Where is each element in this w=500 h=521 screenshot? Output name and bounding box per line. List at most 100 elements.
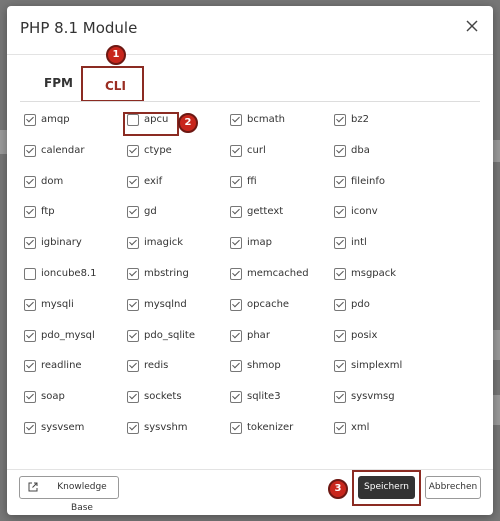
module-label: opcache [247,298,290,310]
checkbox-checked-icon[interactable] [334,114,346,126]
checkbox-checked-icon[interactable] [230,329,242,342]
checkbox-checked-icon[interactable] [230,206,242,219]
checkmark-icon [336,145,344,154]
checkbox-checked-icon[interactable] [127,298,139,311]
header-divider [7,54,493,55]
checkbox-checked-icon[interactable] [24,360,36,373]
checkbox-checked-icon[interactable] [230,391,242,404]
external-link-icon [28,482,38,492]
checkbox-checked-icon[interactable] [334,237,346,250]
checkmark-icon [26,299,34,308]
checkbox-checked-icon[interactable] [127,391,139,404]
checkmark-icon [129,299,137,308]
close-icon[interactable] [465,19,479,33]
checkbox-checked-icon[interactable] [24,422,36,434]
checkbox-checked-icon[interactable] [127,237,139,250]
module-label: amqp [41,114,70,125]
checkmark-icon [26,361,34,369]
checkbox-checked-icon[interactable] [230,268,242,280]
checkbox-checked-icon[interactable] [127,329,139,342]
module-label: sysvmsg [351,391,395,403]
checkmark-icon [336,330,344,338]
checkmark-icon [232,145,240,154]
knowledge-base-button[interactable]: Knowledge Base [19,476,119,513]
module-label: phar [247,329,270,341]
module-label: ffi [247,175,257,187]
checkbox-checked-icon[interactable] [230,114,242,126]
checkmark-icon [232,237,240,246]
module-label: sysvsem [41,422,85,433]
module-label: fileinfo [351,175,385,187]
module-label: sockets [144,391,182,403]
checkbox-checked-icon[interactable] [24,391,36,404]
module-label: posix [351,329,378,341]
module-label: bcmath [247,114,285,125]
checkmark-icon [336,422,344,431]
checkbox-checked-icon[interactable] [24,237,36,250]
checkbox-checked-icon[interactable] [334,206,346,219]
background-strip [0,130,7,154]
module-label: msgpack [351,268,397,279]
checkbox-checked-icon[interactable] [24,114,36,126]
module-label: imap [247,237,272,249]
checkmark-icon [129,361,137,369]
module-label: soap [41,391,65,403]
checkmark-icon [336,299,344,308]
checkbox-checked-icon[interactable] [334,329,346,342]
module-label: bz2 [351,114,369,125]
checkbox-checked-icon[interactable] [230,360,242,373]
checkbox-checked-icon[interactable] [24,206,36,219]
checkmark-icon [232,422,240,431]
module-label: mysqli [41,298,74,310]
checkmark-icon [129,268,137,277]
checkbox-unchecked-icon[interactable] [24,268,36,280]
module-label: ftp [41,206,55,218]
checkmark-icon [336,114,344,123]
checkbox-checked-icon[interactable] [334,175,346,188]
module-label: shmop [247,360,281,372]
php-module-dialog: PHP 8.1 Module FPM CLI 1 amqp apcu bcmath b… [7,6,493,515]
checkbox-checked-icon[interactable] [230,144,242,157]
checkbox-checked-icon[interactable] [334,391,346,404]
checkmark-icon [336,361,344,369]
tab-fpm[interactable]: FPM [44,76,73,90]
background-strip [493,140,500,162]
checkbox-checked-icon[interactable] [127,206,139,219]
checkmark-icon [26,114,34,123]
checkbox-checked-icon[interactable] [24,298,36,311]
checkmark-icon [129,237,137,246]
checkbox-checked-icon[interactable] [230,237,242,250]
checkbox-checked-icon[interactable] [127,268,139,280]
checkbox-checked-icon[interactable] [230,298,242,311]
checkmark-icon [336,268,344,277]
tab-cli[interactable]: CLI [105,79,126,93]
checkbox-checked-icon[interactable] [334,144,346,157]
module-label: redis [144,360,169,372]
checkbox-checked-icon[interactable] [334,360,346,373]
checkbox-checked-icon[interactable] [230,175,242,188]
module-label: tokenizer [247,422,294,433]
cancel-button[interactable]: Abbrechen [425,476,481,499]
checkbox-checked-icon[interactable] [127,360,139,373]
step-badge-2: 2 [178,113,198,133]
checkbox-checked-icon[interactable] [24,175,36,188]
checkbox-checked-icon[interactable] [334,422,346,434]
module-label: simplexml [351,360,403,372]
checkbox-checked-icon[interactable] [334,268,346,280]
checkbox-checked-icon[interactable] [127,144,139,157]
checkbox-checked-icon[interactable] [127,422,139,434]
step-badge-3: 3 [328,479,348,499]
module-label: iconv [351,206,378,218]
checkbox-checked-icon[interactable] [334,298,346,311]
checkmark-icon [26,145,34,154]
module-label: sqlite3 [247,391,281,403]
checkbox-checked-icon[interactable] [24,329,36,342]
module-label: pdo [351,298,370,310]
checkbox-checked-icon[interactable] [127,175,139,188]
checkbox-checked-icon[interactable] [24,144,36,157]
checkbox-checked-icon[interactable] [230,422,242,434]
checkmark-icon [26,330,34,338]
checkmark-icon [26,237,34,246]
save-button[interactable]: Speichern [358,476,415,499]
background-strip [493,395,500,425]
